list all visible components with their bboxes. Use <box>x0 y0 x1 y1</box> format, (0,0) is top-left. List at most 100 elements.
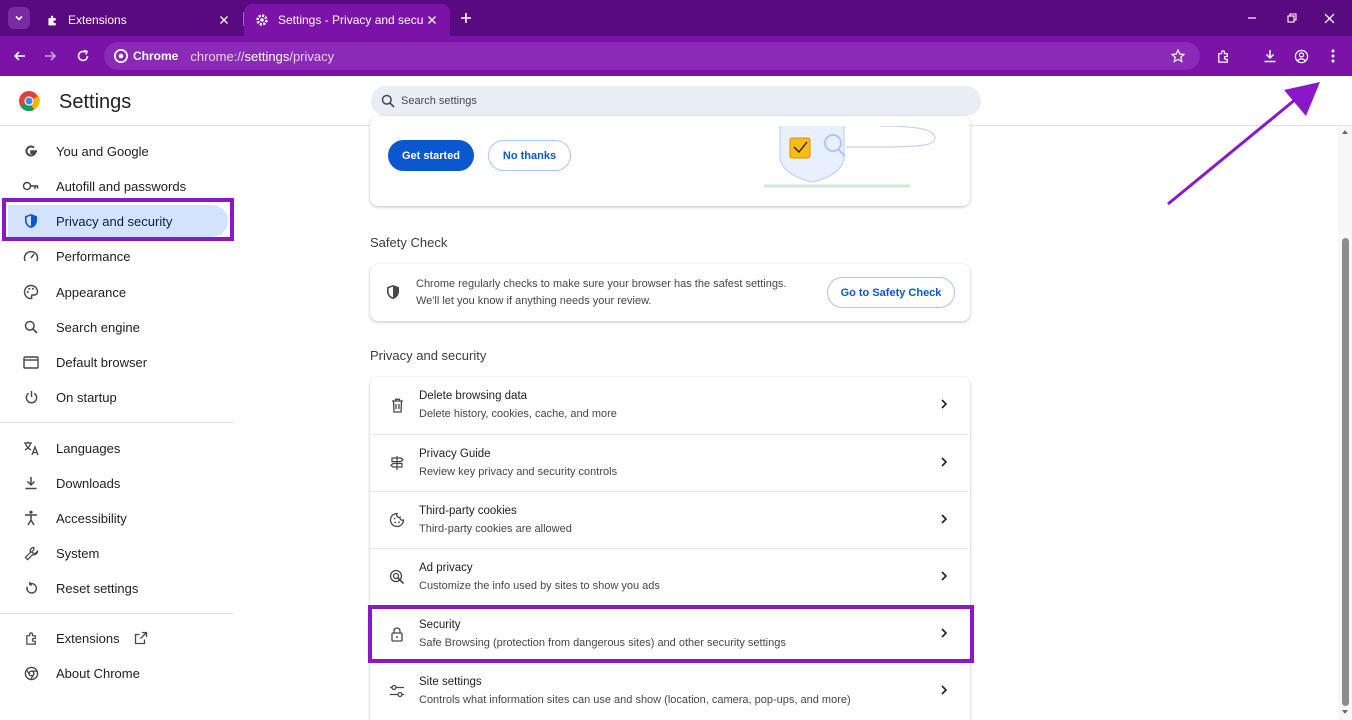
section-title-privacy-and-security: Privacy and security <box>370 348 487 363</box>
sidebar-item-label: System <box>56 545 100 561</box>
section-title-safety-check: Safety Check <box>370 235 448 250</box>
sidebar-item-extensions[interactable]: Extensions <box>8 622 228 654</box>
sidebar-item-label: About Chrome <box>56 665 140 681</box>
back-button[interactable] <box>8 44 32 68</box>
speedometer-icon <box>22 247 40 265</box>
profile-button[interactable] <box>1289 44 1313 68</box>
gear-icon <box>254 12 270 28</box>
reload-button[interactable] <box>71 44 95 68</box>
sidebar-item-label: Languages <box>56 440 121 456</box>
row-subtitle: Review key privacy and security controls <box>419 466 618 478</box>
row-privacy-guide[interactable]: Privacy Guide Review key privacy and sec… <box>371 434 969 491</box>
chip-label: Chrome <box>133 49 179 63</box>
sidebar-item-label: Search engine <box>56 319 140 335</box>
close-icon[interactable] <box>216 12 232 28</box>
new-tab-button[interactable] <box>456 8 476 28</box>
external-link-icon <box>134 631 147 645</box>
signpost-icon <box>388 454 406 472</box>
key-icon <box>22 177 40 195</box>
menu-button[interactable] <box>1321 44 1345 68</box>
chrome-logo <box>19 91 40 112</box>
annotation-highlight-security <box>368 605 974 663</box>
translate-icon <box>22 439 40 457</box>
tab-title: Extensions <box>68 13 127 27</box>
safety-check-description: Chrome regularly checks to make sure you… <box>416 278 787 307</box>
arrow-left-icon <box>13 51 25 61</box>
chrome-icon <box>22 664 40 682</box>
plus-icon <box>461 13 471 23</box>
chevron-right-icon <box>941 514 948 524</box>
get-started-button[interactable]: Get started <box>388 140 474 171</box>
star-icon <box>1171 49 1185 63</box>
download-icon <box>22 474 40 492</box>
sidebar-item-downloads[interactable]: Downloads <box>8 467 228 499</box>
search-settings-input[interactable]: Search settings <box>371 86 981 116</box>
tab-search-button[interactable] <box>8 7 30 29</box>
row-third-party-cookies[interactable]: Third-party cookies Third-party cookies … <box>371 491 969 548</box>
downloads-button[interactable] <box>1258 44 1282 68</box>
sidebar-item-on-startup[interactable]: On startup <box>8 381 228 413</box>
scroll-up-arrow[interactable] <box>1341 128 1349 136</box>
site-info-chip[interactable]: Chrome <box>114 49 178 63</box>
close-window-button[interactable] <box>1306 0 1352 36</box>
row-subtitle: Third-party cookies are allowed <box>419 523 572 535</box>
row-delete-browsing-data[interactable]: Delete browsing data Delete history, coo… <box>371 377 969 434</box>
row-title: Ad privacy <box>419 562 473 574</box>
sidebar-item-label: Performance <box>56 248 131 264</box>
promo-illustration <box>764 126 936 188</box>
accessibility-icon <box>22 509 40 527</box>
url-text: chrome://settings/privacy <box>190 48 335 64</box>
sidebar-item-label: Autofill and passwords <box>56 178 187 194</box>
minimize-icon <box>1248 17 1256 19</box>
extensions-button[interactable] <box>1211 44 1235 68</box>
sidebar-item-label: Appearance <box>56 284 127 300</box>
annotation-highlight-privacy <box>2 198 234 241</box>
tab-settings[interactable]: Settings - Privacy and security <box>244 4 450 36</box>
google-g-icon <box>22 142 40 160</box>
account-icon <box>1294 49 1308 63</box>
sidebar-item-search-engine[interactable]: Search engine <box>8 311 228 343</box>
sidebar-item-accessibility[interactable]: Accessibility <box>8 502 228 534</box>
reload-icon <box>77 49 89 62</box>
puzzle-icon <box>22 629 40 647</box>
close-icon[interactable] <box>424 12 440 28</box>
no-thanks-button[interactable]: No thanks <box>488 140 571 171</box>
sidebar-item-you-and-google[interactable]: You and Google <box>8 135 228 167</box>
search-icon <box>22 318 40 336</box>
row-title: Third-party cookies <box>419 505 517 517</box>
annotation-arrow <box>1167 82 1320 206</box>
row-ad-privacy[interactable]: Ad privacy Customize the info used by si… <box>371 548 969 605</box>
search-placeholder: Search settings <box>401 95 477 107</box>
forward-button[interactable] <box>38 44 62 68</box>
scroll-down-arrow[interactable] <box>1341 708 1349 716</box>
safety-shield-icon <box>387 285 399 299</box>
scrollbar-thumb[interactable] <box>1342 238 1349 706</box>
cookie-icon <box>388 511 406 529</box>
power-icon <box>22 388 40 406</box>
reset-icon <box>22 579 40 597</box>
sidebar-item-performance[interactable]: Performance <box>8 240 228 272</box>
arrow-right-icon <box>45 51 57 61</box>
address-bar[interactable]: Chrome chrome://settings/privacy <box>104 42 1200 70</box>
row-site-settings[interactable]: Site settings Controls what information … <box>371 662 969 719</box>
tab-extensions[interactable]: Extensions <box>34 4 242 36</box>
sidebar-item-default-browser[interactable]: Default browser <box>8 346 228 378</box>
search-icon <box>381 94 395 108</box>
restore-icon <box>1287 13 1297 23</box>
sidebar-item-system[interactable]: System <box>8 537 228 569</box>
chrome-icon <box>114 49 128 63</box>
wrench-icon <box>22 544 40 562</box>
chevron-right-icon <box>941 685 948 695</box>
go-to-safety-check-button[interactable]: Go to Safety Check <box>827 277 955 308</box>
puzzle-icon <box>44 12 60 28</box>
sidebar-divider <box>0 613 234 614</box>
close-icon <box>1324 13 1334 23</box>
sidebar-item-reset-settings[interactable]: Reset settings <box>8 572 228 604</box>
sidebar-item-about-chrome[interactable]: About Chrome <box>8 657 228 689</box>
sidebar-item-label: Extensions <box>56 630 120 646</box>
sidebar-item-appearance[interactable]: Appearance <box>8 276 228 308</box>
bookmark-button[interactable] <box>1166 44 1190 68</box>
trash-icon <box>388 396 406 414</box>
sidebar-item-languages[interactable]: Languages <box>8 432 228 464</box>
sliders-icon <box>388 682 406 700</box>
